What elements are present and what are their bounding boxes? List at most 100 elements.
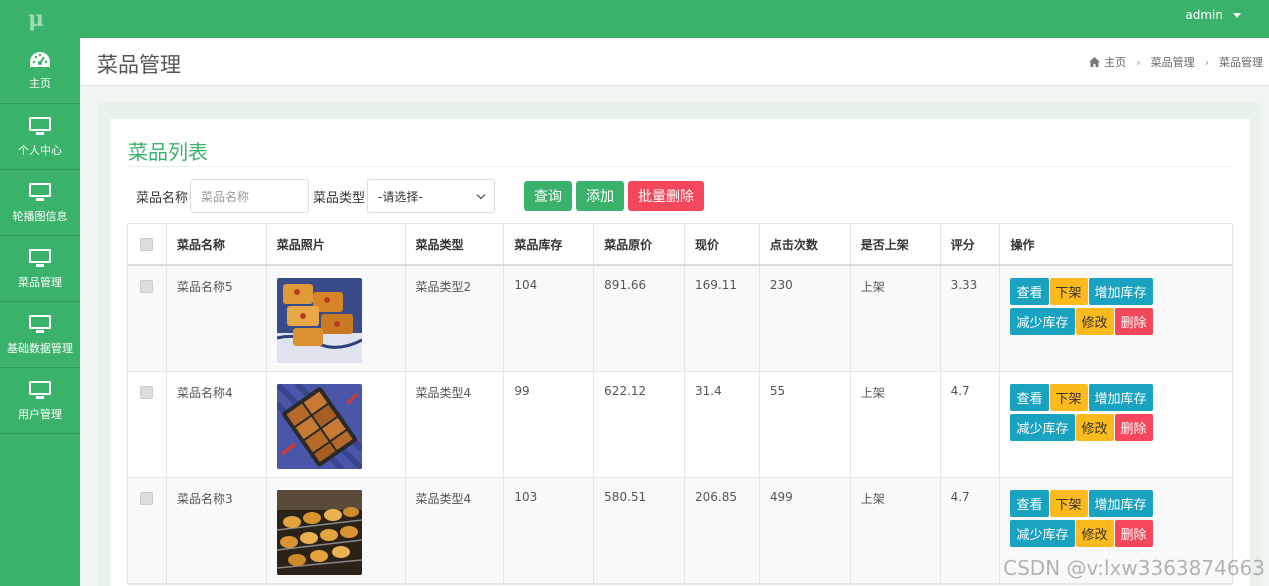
- delete-button[interactable]: 删除: [1114, 520, 1153, 547]
- offshelf-button[interactable]: 下架: [1049, 490, 1088, 517]
- row-actions: 查看 下架 增加库存 减少库存 修改 删除: [1000, 266, 1232, 371]
- page-header: 菜品管理 主页 › 菜品管理 › 菜品管理: [80, 38, 1269, 86]
- edit-button[interactable]: 修改: [1075, 414, 1114, 441]
- dish-onshelf: 上架: [851, 372, 941, 477]
- delete-button[interactable]: 删除: [1114, 414, 1153, 441]
- row-checkbox[interactable]: [140, 280, 154, 293]
- sidebar-item-label: 基础数据管理: [7, 341, 73, 355]
- view-button[interactable]: 查看: [1010, 384, 1049, 411]
- query-button[interactable]: 查询: [524, 181, 573, 211]
- app-logo[interactable]: μ: [28, 6, 44, 32]
- offshelf-button[interactable]: 下架: [1049, 278, 1088, 305]
- table-row: 菜品名称5 菜品类型2 104 891.66 169.11 230 上架 3.3…: [128, 266, 1232, 372]
- search-form: 菜品名称 菜品名称 菜品类型 -请选择- 查询 添加 批量删除: [136, 179, 708, 213]
- header-select-all: [128, 224, 167, 264]
- dish-photo: [276, 278, 362, 363]
- caret-down-icon: [1233, 12, 1241, 18]
- row-select: [128, 266, 167, 371]
- sidebar-item-users[interactable]: 用户管理: [0, 368, 80, 434]
- dish-price: 206.85: [685, 478, 760, 583]
- row-actions: 查看 下架 增加库存 减少库存 修改 删除: [1000, 372, 1232, 477]
- column-header: 菜品类型: [406, 224, 505, 264]
- table-header: 菜品名称 菜品照片 菜品类型 菜品库存 菜品原价 现价 点击次数 是否上架 评分…: [128, 224, 1232, 266]
- dish-stock: 104: [504, 266, 595, 371]
- column-header: 菜品照片: [267, 224, 406, 264]
- breadcrumb-home-label: 主页: [1104, 56, 1127, 69]
- dish-price: 31.4: [685, 372, 760, 477]
- user-name: admin: [1185, 8, 1223, 22]
- sidebar-item-carousel[interactable]: 轮播图信息: [0, 170, 80, 236]
- select-all-checkbox[interactable]: [140, 237, 154, 251]
- dish-table: 菜品名称 菜品照片 菜品类型 菜品库存 菜品原价 现价 点击次数 是否上架 评分…: [127, 223, 1233, 585]
- dish-name: 菜品名称4: [167, 372, 267, 477]
- delete-button[interactable]: 删除: [1114, 308, 1153, 335]
- dish-type: 菜品类型4: [406, 478, 505, 583]
- dish-photo-cell: [267, 372, 406, 477]
- sidebar-item-label: 菜品管理: [18, 275, 62, 289]
- monitor-icon: [29, 314, 51, 333]
- dish-price: 169.11: [685, 266, 760, 371]
- row-select: [128, 478, 167, 583]
- dish-rating: 4.7: [941, 372, 1001, 477]
- breadcrumb-home[interactable]: 主页: [1089, 54, 1126, 70]
- monitor-icon: [29, 182, 51, 201]
- batch-delete-button[interactable]: 批量删除: [628, 181, 705, 211]
- breadcrumb-separator: ›: [1136, 55, 1141, 69]
- add-stock-button[interactable]: 增加库存: [1088, 384, 1153, 411]
- chevron-down-icon: [476, 190, 486, 199]
- reduce-stock-button[interactable]: 减少库存: [1010, 520, 1075, 547]
- dish-photo-cell: [267, 478, 406, 583]
- table-row: 菜品名称4 菜品类型4 99 622.12 31.4 55 上架 4.7 查看 …: [128, 372, 1232, 478]
- user-menu[interactable]: admin: [1185, 8, 1241, 22]
- sidebar-item-dishes[interactable]: 菜品管理: [0, 236, 80, 302]
- row-select: [128, 372, 167, 477]
- dish-original-price: 622.12: [594, 372, 686, 477]
- home-icon: [1089, 57, 1101, 67]
- dish-clicks: 499: [760, 478, 851, 583]
- name-search-input[interactable]: 菜品名称: [190, 179, 310, 213]
- sidebar-item-home[interactable]: 主页: [0, 38, 80, 104]
- watermark: CSDN @v:lxw3363874663: [1003, 556, 1265, 580]
- dish-onshelf: 上架: [851, 266, 941, 371]
- dish-photo-cell: [267, 266, 406, 371]
- reduce-stock-button[interactable]: 减少库存: [1010, 414, 1075, 441]
- column-header: 操作: [1010, 237, 1035, 252]
- breadcrumb-level1[interactable]: 菜品管理: [1151, 54, 1195, 70]
- column-header: 是否上架: [851, 224, 941, 264]
- dish-type: 菜品类型4: [406, 372, 505, 477]
- add-button[interactable]: 添加: [576, 181, 625, 211]
- page-title: 菜品管理: [97, 53, 181, 77]
- add-stock-button[interactable]: 增加库存: [1088, 490, 1153, 517]
- reduce-stock-button[interactable]: 减少库存: [1010, 308, 1075, 335]
- top-navbar: μ admin: [0, 0, 1269, 38]
- sidebar-item-profile[interactable]: 个人中心: [0, 104, 80, 170]
- dish-photo: [276, 384, 362, 469]
- divider: [128, 166, 1232, 167]
- sidebar-item-label: 主页: [29, 76, 51, 90]
- type-select-value: -请选择-: [378, 189, 423, 204]
- dish-stock: 103: [504, 478, 595, 583]
- edit-button[interactable]: 修改: [1075, 520, 1114, 547]
- main-content: 菜品列表 菜品名称 菜品名称 菜品类型 -请选择- 查询 添加 批量删除 菜品名…: [80, 86, 1269, 586]
- sidebar: 主页 个人中心 轮播图信息 菜品管理 基础数据管理 用户管理: [0, 38, 80, 586]
- view-button[interactable]: 查看: [1010, 490, 1049, 517]
- type-select[interactable]: -请选择-: [367, 179, 496, 213]
- dish-stock: 99: [504, 372, 595, 477]
- view-button[interactable]: 查看: [1010, 278, 1049, 305]
- sidebar-item-base-data[interactable]: 基础数据管理: [0, 302, 80, 368]
- column-header: 菜品库存: [504, 224, 595, 264]
- dish-onshelf: 上架: [851, 478, 941, 583]
- dish-photo: [276, 490, 362, 575]
- column-header: 菜品名称: [167, 224, 267, 264]
- type-filter-label: 菜品类型: [313, 190, 366, 206]
- edit-button[interactable]: 修改: [1075, 308, 1114, 335]
- row-checkbox[interactable]: [140, 386, 154, 399]
- column-header: 评分: [941, 224, 1001, 264]
- offshelf-button[interactable]: 下架: [1049, 384, 1088, 411]
- breadcrumb-separator: ›: [1204, 55, 1209, 69]
- column-header: 现价: [685, 224, 760, 264]
- dish-name: 菜品名称3: [167, 478, 267, 583]
- dish-type: 菜品类型2: [406, 266, 505, 371]
- add-stock-button[interactable]: 增加库存: [1088, 278, 1153, 305]
- row-checkbox[interactable]: [140, 492, 154, 505]
